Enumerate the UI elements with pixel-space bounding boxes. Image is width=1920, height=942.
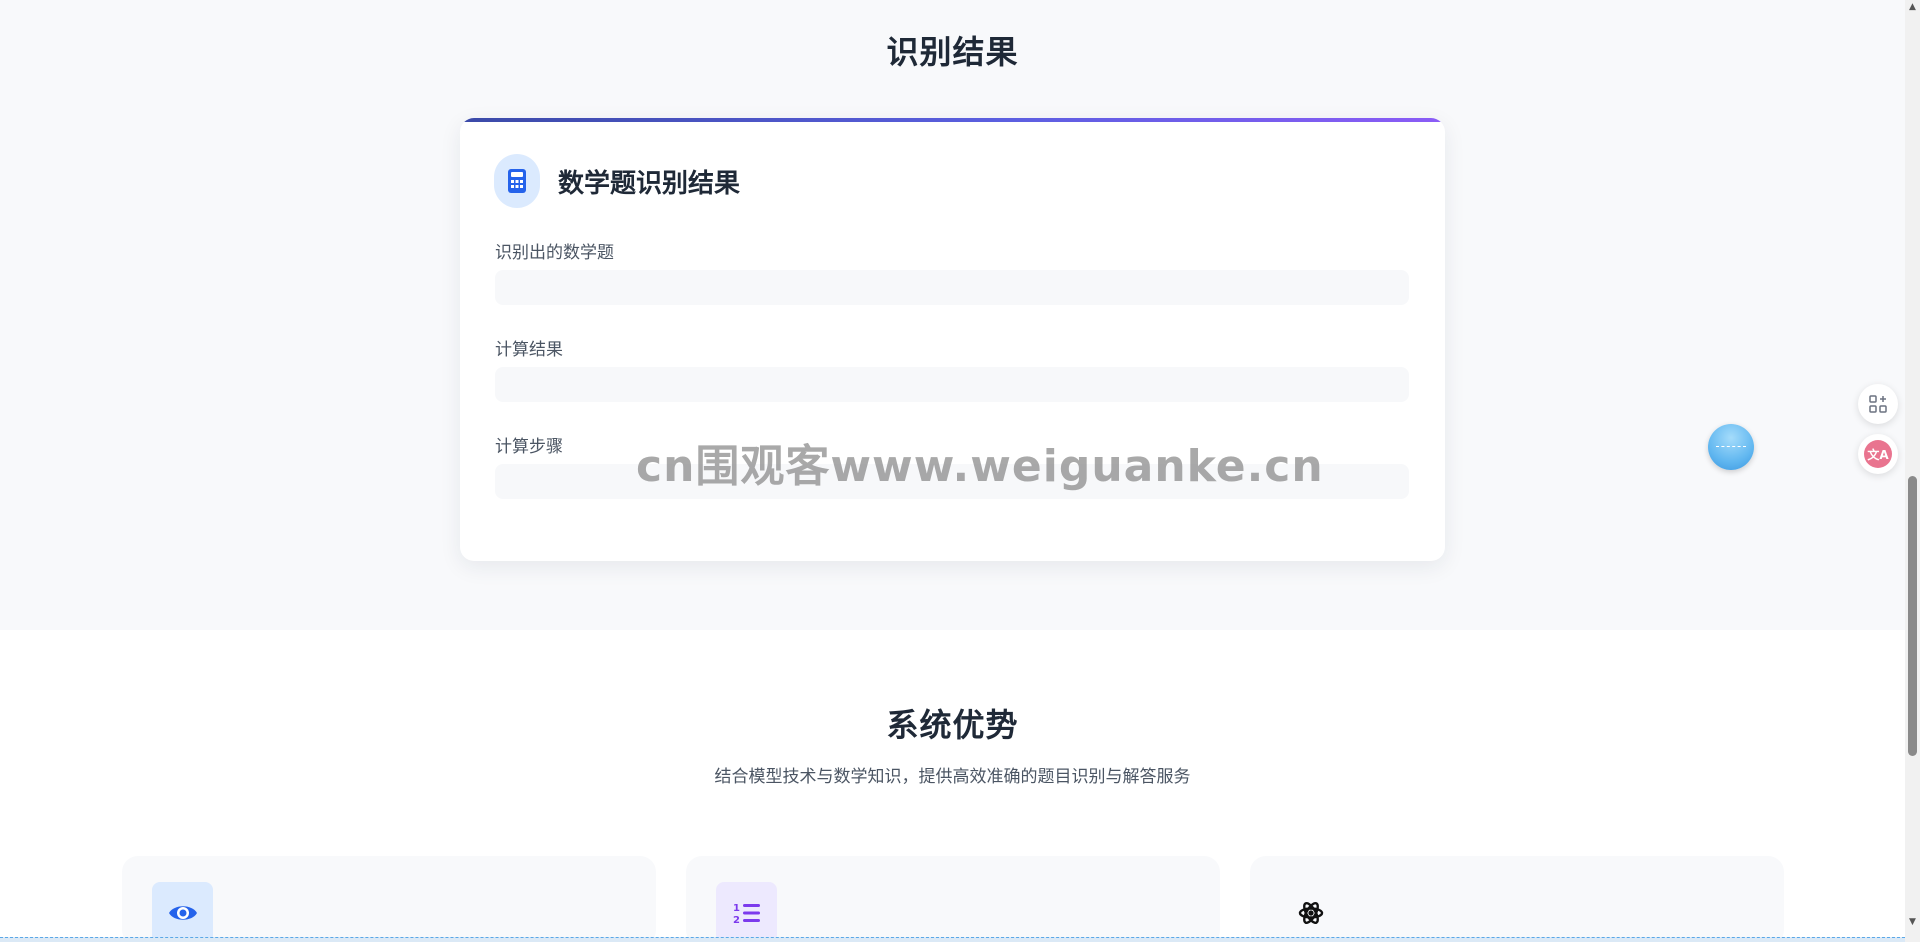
- scroll-down-arrow-icon[interactable]: ▼: [1908, 918, 1917, 927]
- eye-icon: [152, 882, 213, 942]
- field-label-steps: 计算步骤: [495, 437, 563, 457]
- page-scrollbar[interactable]: ▲ ▼: [1905, 0, 1920, 942]
- feature-card-steps: 1 2: [686, 856, 1220, 942]
- card-header: 数学题识别结果: [494, 154, 740, 208]
- advantages-title: 系统优势: [886, 706, 1019, 744]
- svg-text:1: 1: [733, 903, 740, 914]
- card-gradient-bar: [460, 118, 1445, 122]
- translate-icon: 文A: [1864, 440, 1892, 468]
- scroll-up-arrow-icon[interactable]: ▲: [1908, 3, 1917, 12]
- add-widget-button[interactable]: [1858, 384, 1898, 424]
- card-title: 数学题识别结果: [558, 168, 741, 199]
- problem-output-field[interactable]: [495, 270, 1409, 305]
- numbered-list-icon: 1 2: [716, 882, 777, 942]
- svg-text:2: 2: [733, 915, 740, 925]
- feature-card-recognition: [122, 856, 656, 942]
- translate-button[interactable]: 文A: [1858, 434, 1898, 474]
- grid-add-icon: [1869, 395, 1887, 413]
- field-label-result: 计算结果: [495, 340, 563, 360]
- bottom-dashed-guide: [0, 937, 1905, 938]
- advantages-section: 系统优势 结合模型技术与数学知识，提供高效准确的题目识别与解答服务 1 2: [0, 630, 1905, 942]
- math-result-card: 数学题识别结果 识别出的数学题 计算结果 计算步骤: [460, 118, 1445, 561]
- feature-card-knowledge: [1250, 856, 1784, 942]
- scrollbar-thumb[interactable]: [1908, 476, 1917, 756]
- advantages-subtitle: 结合模型技术与数学知识，提供高效准确的题目识别与解答服务: [714, 767, 1191, 787]
- page: 识别结果 数学题识别结果 识别出的数学题 计算结果 计算步骤 系统优势 结合模型…: [0, 0, 1920, 942]
- results-section-title: 识别结果: [886, 33, 1019, 71]
- atom-icon: [1280, 882, 1341, 942]
- floating-assistant-ball[interactable]: [1708, 424, 1754, 470]
- calculator-icon: [494, 154, 540, 208]
- watermark-text: cn围观客www.weiguanke.cn: [636, 441, 1324, 492]
- results-section: 识别结果 数学题识别结果 识别出的数学题 计算结果 计算步骤: [0, 0, 1905, 630]
- field-label-problem: 识别出的数学题: [495, 243, 614, 263]
- result-output-field[interactable]: [495, 367, 1409, 402]
